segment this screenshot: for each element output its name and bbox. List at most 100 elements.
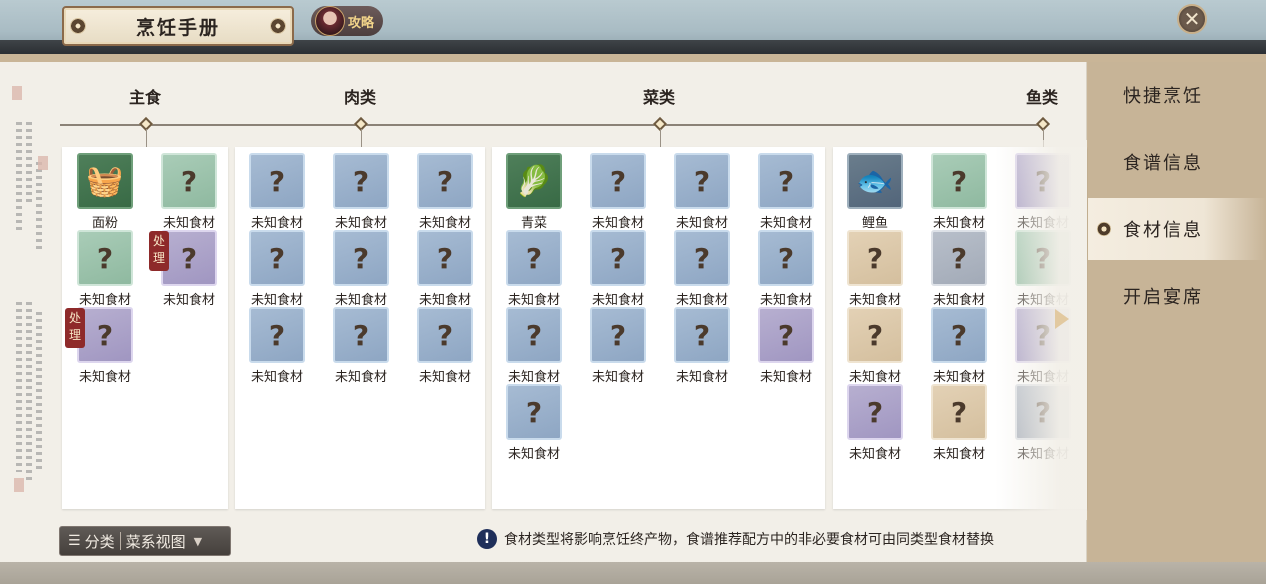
ingredient-name: 青菜 [520, 216, 547, 231]
unknown-ingredient-icon: ? [506, 307, 562, 363]
ingredient-name: 未知食材 [675, 370, 728, 385]
ingredient-item[interactable]: ? 未知食材 [756, 307, 816, 385]
calligraphy-decoration [6, 82, 48, 502]
flour-sack-icon: 🧺 [77, 153, 133, 209]
ingredient-item[interactable]: ? 未知食材 [247, 230, 307, 308]
ingredient-item[interactable]: ? 未知食材 [247, 153, 307, 231]
ingredient-name: 未知食材 [334, 216, 387, 231]
ingredient-item[interactable]: ? 未知食材 [331, 307, 391, 385]
ingredient-item[interactable]: ? 未知食材 [672, 153, 732, 231]
ingredient-item[interactable]: ? 未知食材 [929, 153, 989, 231]
ingredient-item[interactable]: 🧺 面粉 [75, 153, 135, 231]
category-timeline [60, 124, 1045, 126]
ingredient-item[interactable]: ? 未知食材 [247, 307, 307, 385]
ingredient-item[interactable]: ? 未知食材 [159, 153, 219, 231]
list-icon: ☰ [68, 533, 81, 549]
ingredient-name: 未知食材 [759, 370, 812, 385]
ingredient-item[interactable]: ? 未知食材 [756, 230, 816, 308]
ingredient-item[interactable]: ? 未知食材 [415, 153, 475, 231]
guide-button[interactable]: 攻略 [311, 6, 383, 36]
ingredient-item[interactable]: ? 未知食材 [1013, 384, 1073, 462]
ingredient-item[interactable]: ? 处理未知食材 [65, 307, 135, 385]
timeline-connector [1043, 129, 1044, 149]
ingredient-item[interactable]: ? 未知食材 [1013, 230, 1073, 308]
ingredient-item[interactable]: ? 未知食材 [331, 230, 391, 308]
process-tag: 处理 [149, 231, 169, 271]
fish-column: 🐟 鲤鱼? 未知食材? 未知食材? 未知食材? 未知食材? 未知食材? 未知食材? 未知食材? 未… [833, 147, 1087, 509]
ingredient-item[interactable]: ? 未知食材 [588, 153, 648, 231]
category-staple-label: 主食 [129, 88, 162, 107]
ingredient-item[interactable]: ? 未知食材 [415, 307, 475, 385]
ingredient-item[interactable]: ? 未知食材 [588, 230, 648, 308]
unknown-ingredient-icon: ? [77, 230, 133, 286]
ingredient-name: 未知食材 [418, 293, 471, 308]
unknown-ingredient-icon: ? [847, 230, 903, 286]
unknown-ingredient-icon: ? [333, 307, 389, 363]
ingredient-item[interactable]: ? 未知食材 [929, 307, 989, 385]
ingredient-item[interactable]: ? 处理未知食材 [149, 230, 219, 308]
ingredient-item[interactable]: ? 未知食材 [504, 384, 564, 462]
ingredient-name: 面粉 [91, 216, 118, 231]
unknown-ingredient-icon: ? [249, 307, 305, 363]
ingredient-name: 未知食材 [507, 370, 560, 385]
unknown-ingredient-icon: ? [333, 153, 389, 209]
selected-marker-icon [1097, 222, 1111, 236]
ingredient-name: 未知食材 [162, 216, 215, 231]
category-vegetable-label: 菜类 [643, 88, 676, 107]
ingredient-name: 未知食材 [507, 447, 560, 462]
ingredient-item[interactable]: ? 未知食材 [845, 307, 905, 385]
ingredient-name: 未知食材 [591, 370, 644, 385]
menu-item-label: 开启宴席 [1123, 287, 1203, 308]
ingredient-name: 未知食材 [848, 447, 901, 462]
ingredient-item[interactable]: ? 未知食材 [588, 307, 648, 385]
timeline-connector [660, 129, 661, 149]
ingredient-item[interactable]: ? 未知食材 [845, 230, 905, 308]
ingredient-item[interactable]: ? 未知食材 [929, 384, 989, 462]
ingredient-item[interactable]: ? 未知食材 [331, 153, 391, 231]
ingredient-item[interactable]: ? 未知食材 [929, 230, 989, 308]
menu-open-banquet[interactable]: 开启宴席 [1088, 265, 1266, 327]
ingredient-name: 未知食材 [848, 370, 901, 385]
ingredient-item[interactable]: ? 未知食材 [504, 307, 564, 385]
close-button[interactable]: ✕ [1177, 4, 1207, 34]
ingredient-name: 未知食材 [250, 216, 303, 231]
ingredient-name: 未知食材 [1016, 293, 1069, 308]
ingredient-item[interactable]: ? 未知食材 [672, 307, 732, 385]
info-icon: ! [477, 529, 497, 549]
side-menu: 快捷烹饪 食谱信息 食材信息 开启宴席 [1088, 62, 1266, 562]
unknown-ingredient-icon: ? [758, 153, 814, 209]
unknown-ingredient-icon: ? [1015, 153, 1071, 209]
unknown-ingredient-icon: ? [590, 230, 646, 286]
title-plaque: 烹饪手册 [62, 6, 294, 46]
classify-view-dropdown[interactable]: ☰ 分类 菜系视图 ▼ [59, 526, 231, 556]
ingredient-item[interactable]: ? 未知食材 [756, 153, 816, 231]
menu-quick-cooking[interactable]: 快捷烹饪 [1088, 64, 1266, 126]
page-title: 烹饪手册 [135, 16, 220, 39]
ingredient-name: 未知食材 [759, 216, 812, 231]
ingredient-name: 未知食材 [848, 293, 901, 308]
classify-divider [119, 532, 121, 550]
ingredient-name: 未知食材 [78, 293, 131, 308]
scroll-right-arrow-icon[interactable] [1055, 309, 1069, 329]
plaque-ornament-icon [270, 18, 286, 34]
ingredient-item[interactable]: ? 未知食材 [504, 230, 564, 308]
ingredient-item[interactable]: ? 未知食材 [415, 230, 475, 308]
ingredient-name: 未知食材 [334, 370, 387, 385]
ingredient-item[interactable]: ? 未知食材 [1013, 153, 1073, 231]
ingredient-item[interactable]: 🥬 青菜 [504, 153, 564, 231]
menu-recipe-info[interactable]: 食谱信息 [1088, 131, 1266, 193]
unknown-ingredient-icon: ? [590, 153, 646, 209]
staple-column: 🧺 面粉? 未知食材? 未知食材? 处理未知食材? 处理未知食材 [62, 147, 228, 509]
ingredient-item[interactable]: 🐟 鲤鱼 [845, 153, 905, 231]
ingredient-item[interactable]: ? 未知食材 [672, 230, 732, 308]
unknown-ingredient-icon: ? [590, 307, 646, 363]
ingredient-name: 未知食材 [932, 216, 985, 231]
unknown-ingredient-icon: ? [249, 230, 305, 286]
guide-label: 攻略 [348, 15, 375, 31]
close-icon: ✕ [1183, 7, 1201, 31]
ingredient-item[interactable]: ? 未知食材 [75, 230, 135, 308]
ingredient-item[interactable]: ? 未知食材 [845, 384, 905, 462]
vegetable-column: 🥬 青菜? 未知食材? 未知食材? 未知食材? 未知食材? 未知食材? 未知食材? 未知食材? 未… [492, 147, 825, 509]
hint-text: 食材类型将影响烹饪终产物，食谱推荐配方中的非必要食材可由同类型食材替换 [504, 532, 994, 548]
menu-ingredient-info[interactable]: 食材信息 [1088, 198, 1266, 260]
